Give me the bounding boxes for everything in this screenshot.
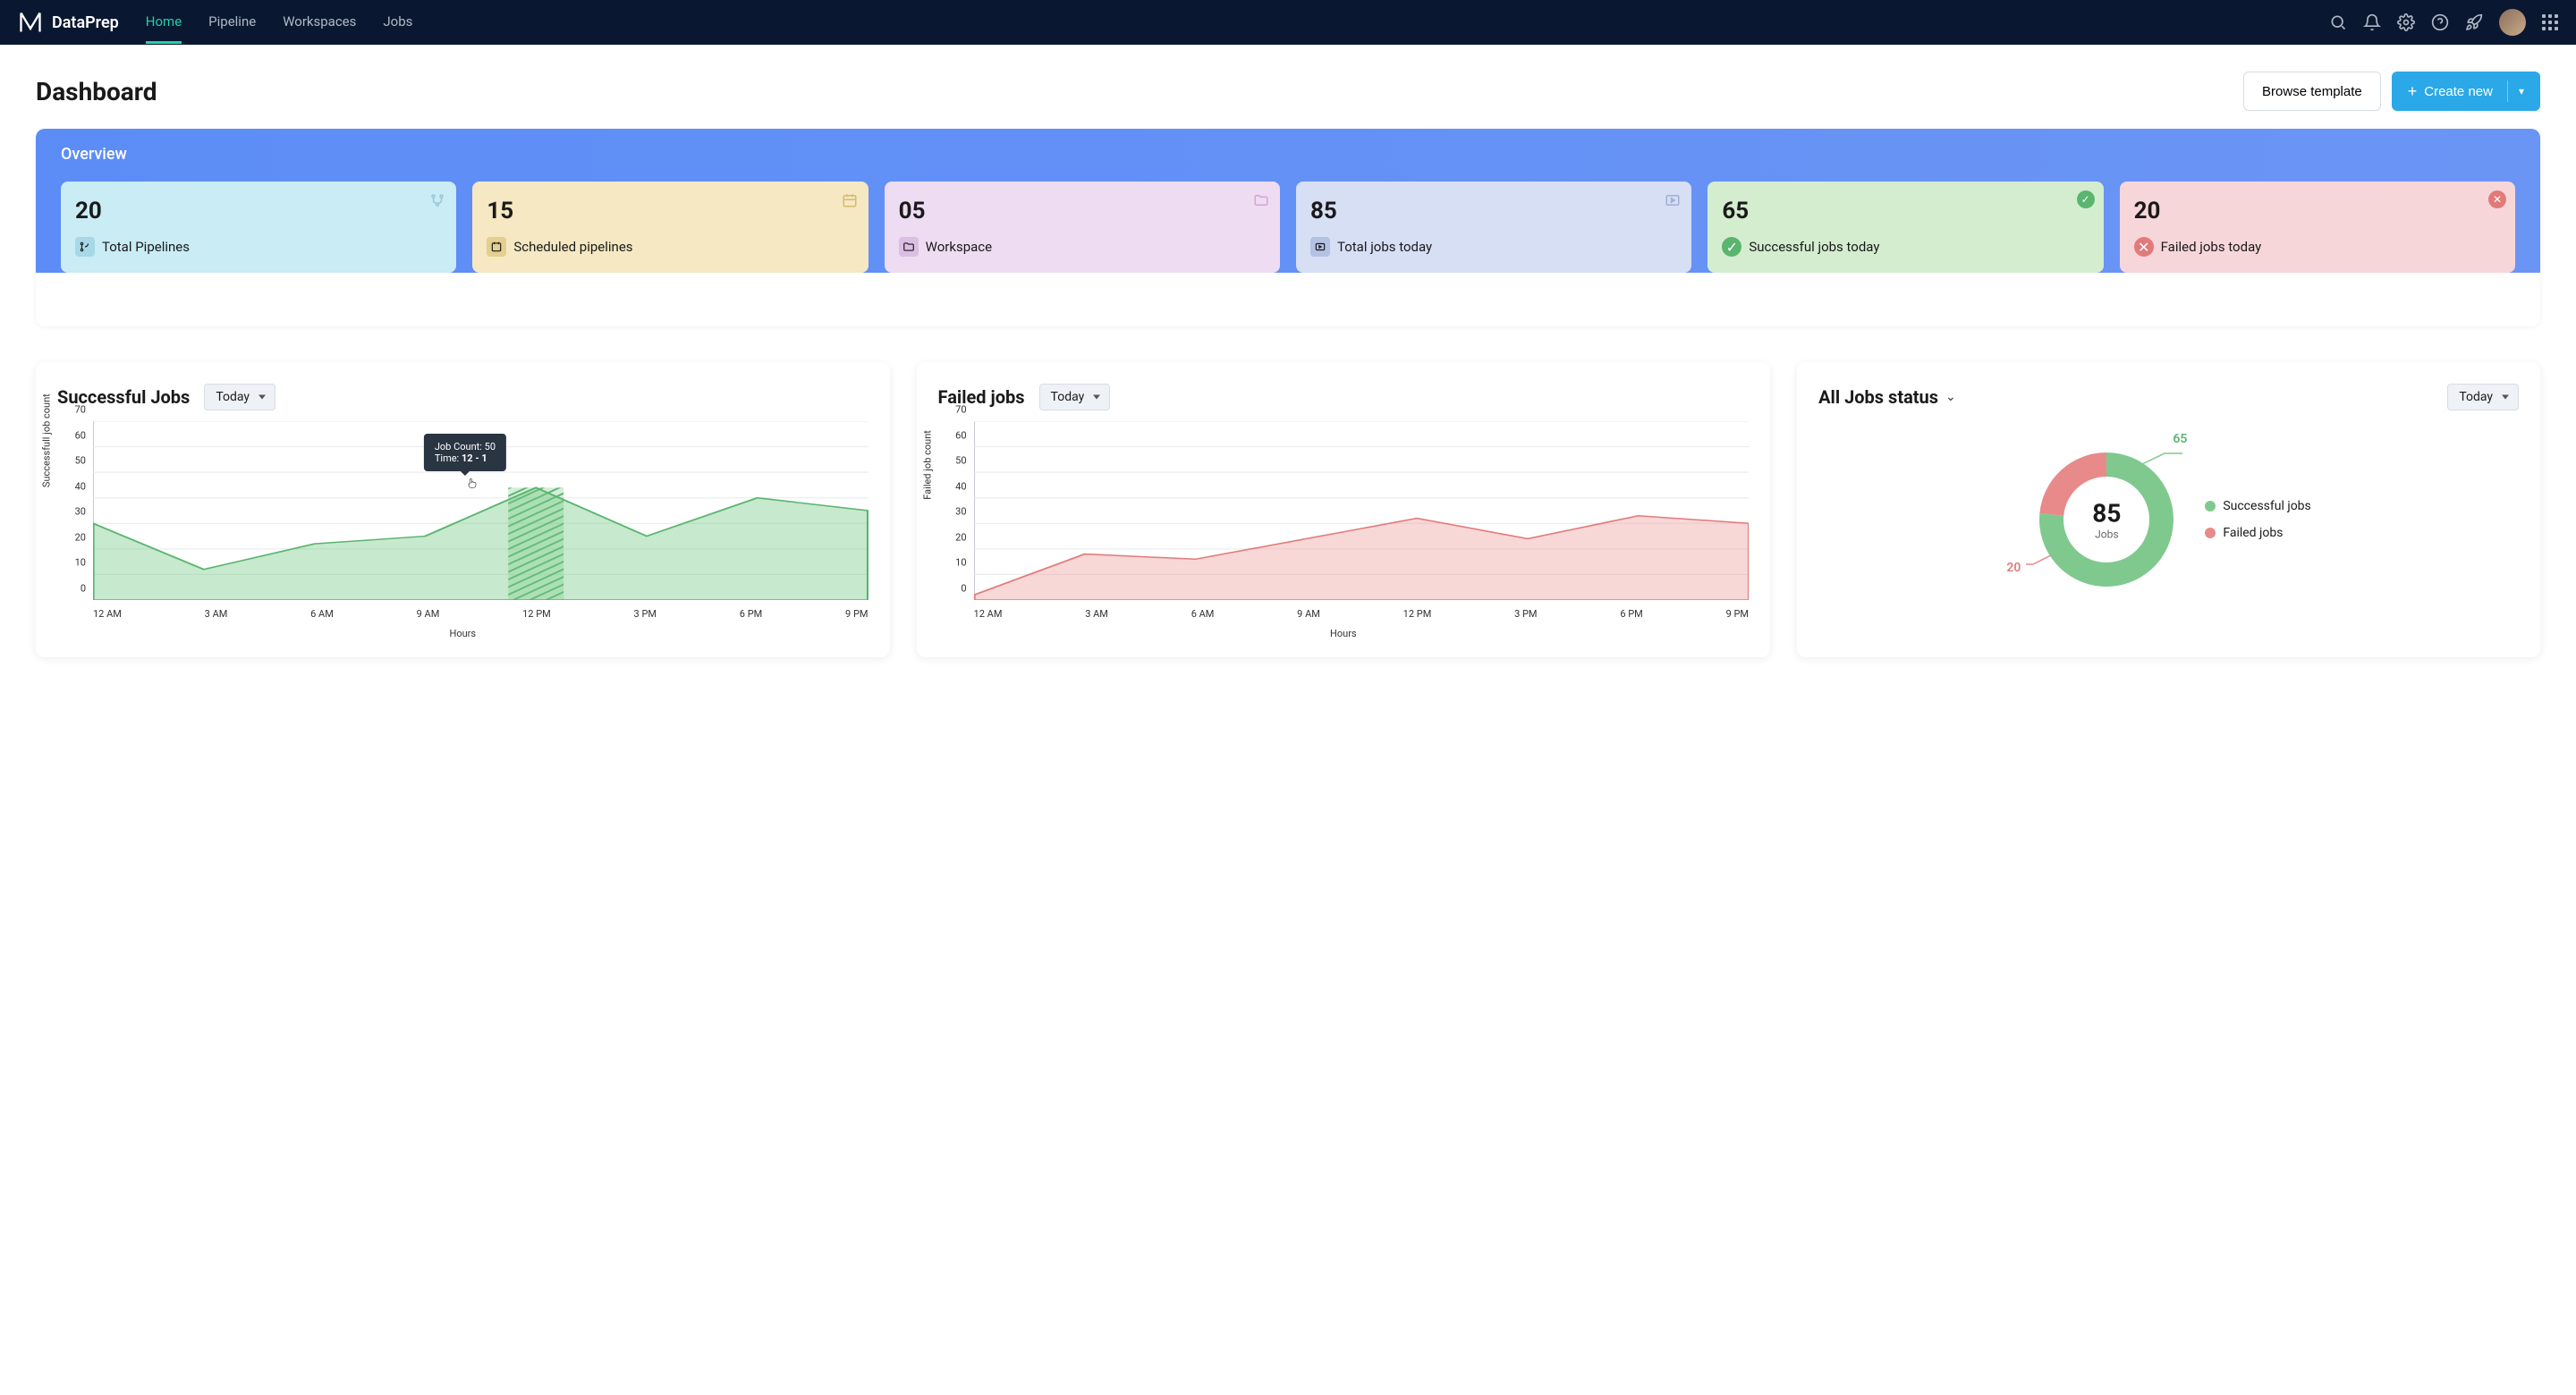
stat-card-scheduled-pipelines[interactable]: 15 Scheduled pipelines: [472, 182, 868, 273]
failed-jobs-panel: Failed jobs Today Failed job count 01020…: [917, 362, 1771, 657]
nav-workspaces[interactable]: Workspaces: [283, 2, 356, 44]
panel-title: Failed jobs: [938, 386, 1025, 408]
folder-icon: [1253, 192, 1269, 208]
apps-icon[interactable]: [2542, 14, 2558, 30]
create-new-button[interactable]: + Create new ▾: [2392, 72, 2540, 111]
chart-tooltip: Job Count: 50 Time: 12 - 1: [424, 434, 506, 471]
x-axis-label: Hours: [1330, 628, 1357, 639]
calendar-icon: [842, 192, 858, 208]
legend-dot-icon: [2205, 501, 2216, 512]
donut-center-label: Jobs: [2092, 528, 2121, 541]
legend-dot-icon: [2205, 528, 2216, 538]
donut-callout-success: 65: [2173, 432, 2187, 446]
check-circle-icon: ✓: [2077, 190, 2095, 208]
stat-card-successful-jobs[interactable]: ✓ 65 ✓ Successful jobs today: [1707, 182, 2103, 273]
logo-icon: [18, 10, 43, 35]
successful-jobs-panel: Successful Jobs Today Successfull job co…: [36, 362, 890, 657]
legend-label: Successful jobs: [2223, 499, 2310, 513]
branch-badge-icon: [75, 237, 95, 257]
cursor-hand-icon: [465, 477, 479, 491]
stat-value: 20: [2134, 198, 2501, 224]
play-badge-icon: [1310, 237, 1330, 257]
nav-jobs[interactable]: Jobs: [383, 2, 412, 44]
x-badge-icon: ✕: [2134, 237, 2154, 257]
branch-icon: [429, 192, 445, 208]
time-range-select[interactable]: Today: [1039, 384, 1111, 410]
successful-jobs-chart[interactable]: Successfull job count 010203040506070: [57, 421, 869, 636]
x-axis-label: Hours: [449, 628, 476, 639]
stat-value: 20: [75, 198, 442, 224]
stat-value: 15: [487, 198, 853, 224]
legend-item-success: Successful jobs: [2205, 499, 2310, 513]
main-nav: Home Pipeline Workspaces Jobs: [146, 2, 413, 44]
stat-card-total-pipelines[interactable]: 20 Total Pipelines: [61, 182, 456, 273]
stat-label: Scheduled pipelines: [513, 239, 632, 255]
avatar[interactable]: [2499, 9, 2526, 36]
stat-card-failed-jobs[interactable]: ✕ 20 ✕ Failed jobs today: [2120, 182, 2515, 273]
y-axis-label: Failed job count: [921, 430, 933, 500]
app-logo[interactable]: DataPrep: [18, 10, 119, 35]
bell-icon[interactable]: [2363, 13, 2381, 31]
stat-value: 65: [1722, 198, 2089, 224]
help-icon[interactable]: [2431, 13, 2449, 31]
time-range-select[interactable]: Today: [2447, 384, 2519, 410]
calendar-badge-icon: [487, 237, 506, 257]
time-range-select[interactable]: Today: [204, 384, 275, 410]
app-header: DataPrep Home Pipeline Workspaces Jobs: [0, 0, 2576, 45]
legend-item-failed: Failed jobs: [2205, 526, 2310, 540]
donut-callout-failed: 20: [2006, 561, 2021, 575]
stat-card-workspace[interactable]: 05 Workspace: [885, 182, 1280, 273]
rocket-icon[interactable]: [2465, 13, 2483, 31]
stat-label: Total jobs today: [1337, 239, 1432, 255]
button-divider: [2507, 80, 2508, 102]
app-name: DataPrep: [52, 13, 119, 32]
stat-value: 05: [899, 198, 1266, 224]
panel-title: All Jobs status: [1818, 386, 1938, 408]
nav-home[interactable]: Home: [146, 2, 182, 44]
stat-value: 85: [1310, 198, 1677, 224]
all-jobs-donut-chart[interactable]: 85 Jobs 65 20 Successful jobs Failed job…: [1818, 421, 2519, 600]
play-box-icon: [1665, 192, 1681, 208]
overview-panel: Overview 20 Total Pipelines 15: [36, 129, 2540, 326]
check-badge-icon: ✓: [1722, 237, 1741, 257]
browse-template-button[interactable]: Browse template: [2243, 72, 2381, 111]
x-circle-icon: ✕: [2488, 190, 2506, 208]
donut-center-value: 85: [2092, 499, 2121, 528]
folder-badge-icon: [899, 237, 919, 257]
plus-icon: +: [2408, 82, 2418, 101]
y-axis-label: Successfull job count: [41, 393, 53, 487]
page-title: Dashboard: [36, 77, 157, 106]
create-new-label: Create new: [2424, 84, 2493, 99]
search-icon[interactable]: [2329, 13, 2347, 31]
failed-jobs-chart[interactable]: Failed job count 010203040506070 12 AM3 …: [938, 421, 1750, 636]
all-jobs-panel: All Jobs status ⌄ Today 85 Jobs 65 20: [1797, 362, 2540, 657]
stat-label: Successful jobs today: [1749, 239, 1879, 255]
stat-label: Total Pipelines: [102, 239, 190, 255]
stat-card-total-jobs[interactable]: 85 Total jobs today: [1296, 182, 1691, 273]
legend-label: Failed jobs: [2223, 526, 2283, 540]
overview-title: Overview: [36, 145, 2540, 182]
nav-pipeline[interactable]: Pipeline: [208, 2, 256, 44]
gear-icon[interactable]: [2397, 13, 2415, 31]
chevron-down-icon[interactable]: ▾: [2519, 85, 2524, 97]
chevron-down-icon[interactable]: ⌄: [1945, 390, 1956, 404]
stat-label: Failed jobs today: [2161, 239, 2262, 255]
stat-label: Workspace: [926, 239, 992, 255]
